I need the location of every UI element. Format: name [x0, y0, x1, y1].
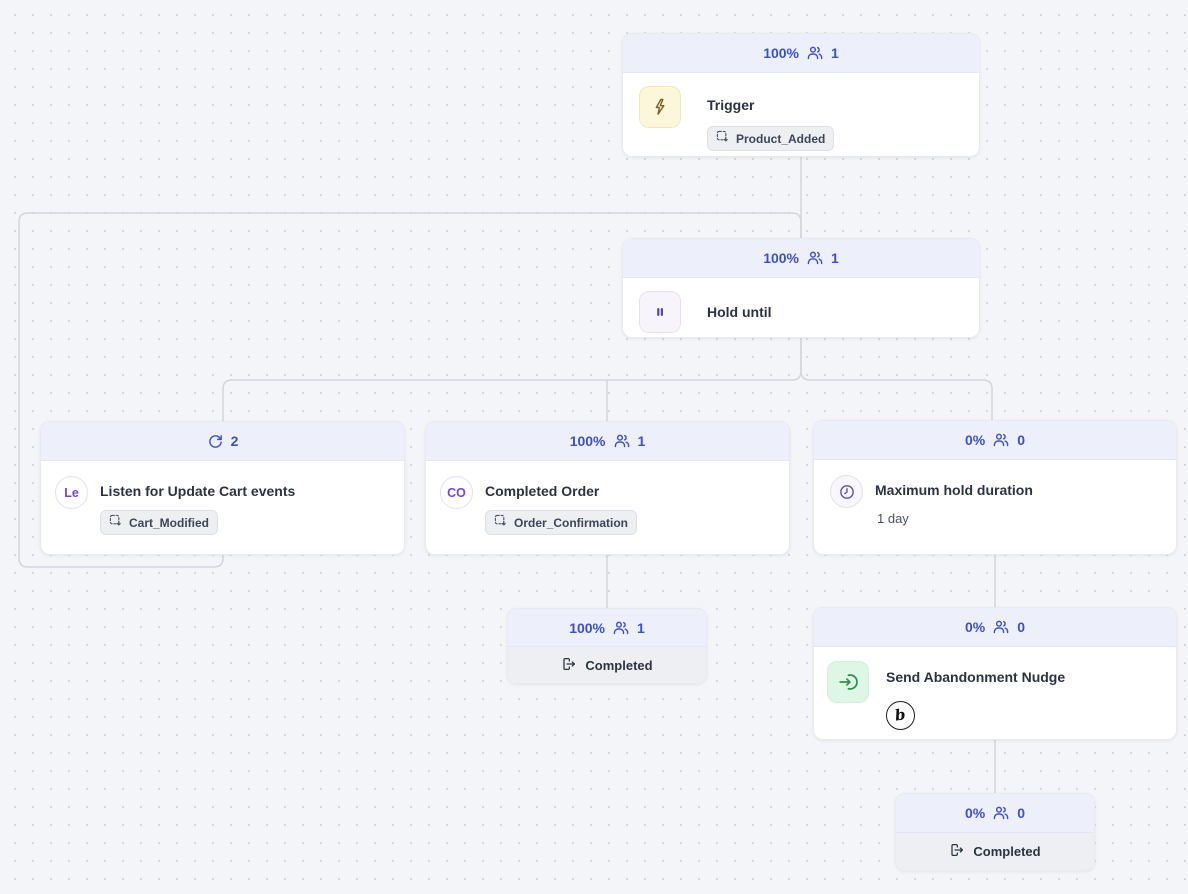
node-exit-completed-mid[interactable]: 100% 1 Completed	[507, 608, 707, 684]
event-badge-label: Product_Added	[736, 132, 825, 146]
node-hold-until[interactable]: 100% 1 Hold until	[622, 238, 980, 338]
percent-value: 0%	[965, 432, 985, 448]
node-max-hold-duration[interactable]: 0% 0 Maximum hold duration 1 day	[813, 420, 1177, 555]
node-send-stats: 0% 0	[814, 608, 1176, 647]
exit-label: Completed	[585, 658, 652, 673]
node-hold-stats: 100% 1	[623, 239, 979, 278]
count-value: 0	[1017, 805, 1025, 821]
node-send-abandonment-nudge[interactable]: 0% 0 Send Abandonment Nudge b	[813, 607, 1177, 740]
count-value: 1	[831, 45, 839, 61]
node-max-hold-stats: 0% 0	[814, 421, 1176, 460]
people-icon	[613, 432, 631, 450]
event-select-icon	[109, 514, 123, 531]
people-icon	[612, 619, 630, 637]
count-value: 1	[638, 433, 646, 449]
node-title: Completed Order	[485, 474, 599, 508]
node-title: Maximum hold duration	[875, 473, 1033, 507]
people-icon	[806, 249, 824, 267]
event-badge-label: Order_Confirmation	[514, 516, 628, 530]
pause-icon	[639, 291, 681, 333]
exit-icon	[561, 656, 577, 675]
sign-in-arrow-icon	[827, 661, 869, 703]
event-badge: Order_Confirmation	[485, 510, 637, 535]
node-listen-stats: 2	[41, 422, 404, 461]
node-trigger-stats: 100% 1	[623, 34, 979, 73]
node-title: Listen for Update Cart events	[100, 474, 295, 508]
event-badge: Cart_Modified	[100, 510, 218, 535]
people-icon	[992, 431, 1010, 449]
avatar: Le	[55, 476, 88, 509]
count-value: 0	[1017, 432, 1025, 448]
count-value: 1	[637, 620, 645, 636]
event-select-icon	[494, 514, 508, 531]
exit-bottom-stats: 0% 0	[896, 794, 1094, 833]
node-trigger[interactable]: 100% 1 Trigger Product_Added	[622, 33, 980, 157]
loop-count-value: 2	[231, 433, 239, 449]
event-badge: Product_Added	[707, 126, 834, 151]
node-exit-completed-bottom[interactable]: 0% 0 Completed	[895, 793, 1095, 871]
people-icon	[992, 618, 1010, 636]
hold-duration-value: 1 day	[875, 511, 909, 526]
avatar: CO	[440, 476, 473, 509]
edge-hold-to-listen	[223, 338, 801, 421]
people-icon	[806, 44, 824, 62]
exit-icon	[949, 842, 965, 861]
count-value: 0	[1017, 619, 1025, 635]
node-title: Hold until	[707, 304, 772, 320]
percent-value: 0%	[965, 619, 985, 635]
edge-hold-to-maxhold	[801, 338, 992, 420]
channel-logo-icon: b	[886, 701, 915, 730]
event-badge-label: Cart_Modified	[129, 516, 209, 530]
percent-value: 100%	[570, 433, 606, 449]
exit-mid-stats: 100% 1	[508, 609, 706, 647]
node-listen-cart-events[interactable]: 2 Le Listen for Update Cart events Cart_…	[40, 421, 405, 555]
count-value: 1	[831, 250, 839, 266]
node-title: Send Abandonment Nudge	[886, 661, 1065, 693]
percent-value: 100%	[569, 620, 605, 636]
journey-canvas[interactable]: 100% 1 Trigger Product_Added	[0, 0, 1188, 894]
loop-icon	[207, 433, 224, 450]
percent-value: 100%	[763, 45, 799, 61]
percent-value: 100%	[763, 250, 799, 266]
lightning-icon	[639, 86, 681, 128]
event-select-icon	[716, 130, 730, 147]
node-completed-order[interactable]: 100% 1 CO Completed Order Order_Confirma…	[425, 421, 790, 555]
clock-icon	[830, 475, 863, 508]
percent-value: 0%	[965, 805, 985, 821]
exit-label: Completed	[973, 844, 1040, 859]
node-title: Trigger	[707, 86, 754, 124]
node-completed-order-stats: 100% 1	[426, 422, 789, 461]
people-icon	[992, 804, 1010, 822]
